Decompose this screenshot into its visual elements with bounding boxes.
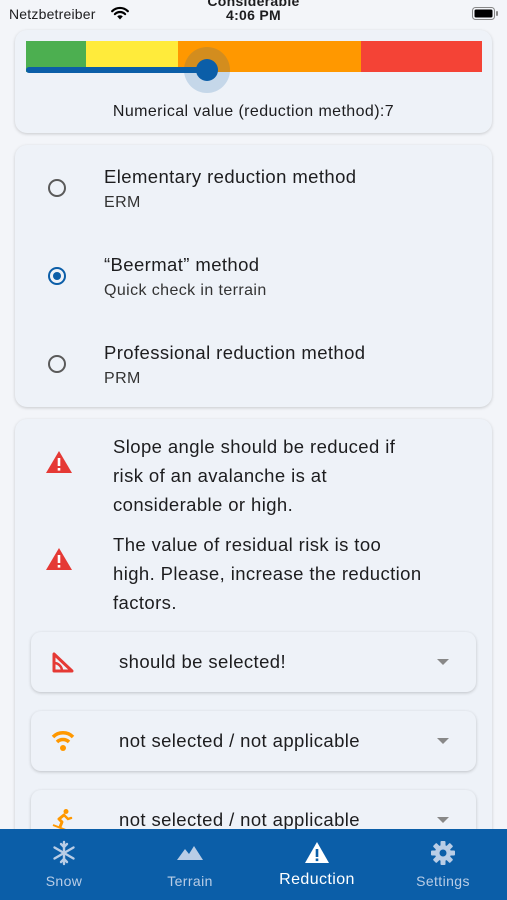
method-option-erm[interactable]: Elementary reduction method ERM [15, 145, 492, 225]
slope-angle-icon [52, 652, 74, 673]
radio-button[interactable] [48, 355, 66, 373]
status-bar: Netzbetreiber Considerable 4:06 PM [0, 0, 507, 30]
method-subtitle: PRM [104, 370, 141, 387]
radio-button[interactable] [48, 267, 66, 285]
method-title: Elementary reduction method [104, 166, 357, 187]
method-option-beermat[interactable]: “Beermat” method Quick check in terrain [15, 233, 492, 313]
warning-message: Slope angle should be reduced if risk of… [113, 432, 473, 519]
snowflake-icon [53, 840, 75, 866]
signal-icon [51, 731, 75, 751]
slope-angle-dropdown[interactable]: should be selected! [31, 632, 476, 692]
battery-icon [472, 7, 498, 20]
warning-line: risk of an avalanche is at [113, 465, 328, 486]
warning-message: The value of residual risk is too high. … [113, 530, 473, 617]
nav-tab-snow[interactable]: Snow [1, 829, 127, 900]
method-option-prm[interactable]: Professional reduction method PRM [15, 321, 492, 401]
dropdown-value: not selected / not applicable [119, 809, 360, 830]
nav-label: Reduction [279, 871, 355, 888]
chevron-down-icon[interactable] [437, 817, 449, 823]
warning-icon [46, 451, 72, 473]
risk-segment-red [361, 41, 482, 72]
risk-slider-card: Numerical value (reduction method):7 [15, 30, 492, 133]
warning-line: high. Please, increase the reduction [113, 563, 422, 584]
slider-thumb[interactable] [196, 59, 218, 81]
nav-label: Terrain [167, 873, 213, 889]
method-subtitle: Quick check in terrain [104, 282, 267, 299]
numerical-value-label: Numerical value (reduction method):7 [112, 103, 395, 120]
clock: 4:06 PM [225, 7, 281, 23]
nav-tab-settings[interactable]: Settings [380, 829, 506, 900]
chevron-down-icon[interactable] [437, 659, 449, 665]
method-title: Professional reduction method [104, 342, 366, 363]
warning-line: The value of residual risk is too [113, 534, 382, 555]
warning-line: factors. [113, 592, 177, 613]
chevron-down-icon[interactable] [437, 738, 449, 744]
reduction-factors-card: Slope angle should be reduced if risk of… [15, 419, 492, 859]
method-subtitle: ERM [104, 194, 141, 211]
bottom-navigation: Snow Terrain Reduction Settings [0, 829, 507, 900]
radio-button[interactable] [48, 179, 66, 197]
warning-icon [46, 548, 72, 570]
exposition-dropdown[interactable]: not selected / not applicable [31, 711, 476, 771]
nav-tab-terrain[interactable]: Terrain [127, 829, 253, 900]
gear-icon [431, 841, 455, 865]
nav-tab-reduction[interactable]: Reduction [254, 829, 380, 900]
warning-line: considerable or high. [113, 494, 294, 515]
nav-label: Snow [45, 873, 83, 889]
method-title: “Beermat” method [104, 254, 260, 275]
mountain-icon [177, 846, 203, 860]
method-selection-card: Elementary reduction method ERM “Beermat… [15, 145, 492, 407]
warning-icon [305, 842, 329, 863]
warning-line: Slope angle should be reduced if [113, 436, 396, 457]
slider-track-active[interactable] [26, 67, 208, 73]
nav-label: Settings [416, 873, 470, 889]
dropdown-value: not selected / not applicable [119, 730, 360, 751]
dropdown-value: should be selected! [119, 651, 287, 672]
